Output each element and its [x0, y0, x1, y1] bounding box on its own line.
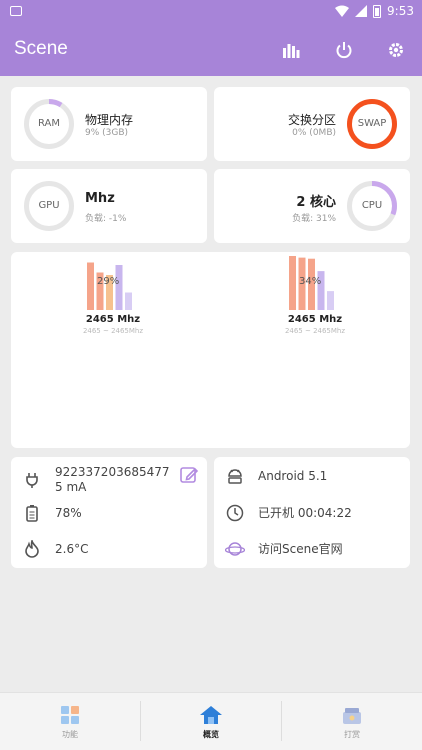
status-time: 9:53	[387, 4, 414, 18]
uptime-value: 已开机 00:04:22	[258, 505, 352, 520]
settings-icon	[389, 43, 403, 57]
system-info-card[interactable]: Android 5.1 已开机 00:04:22 访问Scene官网	[214, 457, 410, 568]
temperature-row: 2.6°C	[21, 538, 88, 560]
core-bar	[289, 256, 296, 310]
cpu-cluster-card[interactable]: 29% 2465 Mhz 2465 ~ 2465Mhz 34% 2465 Mhz…	[11, 252, 410, 448]
core-bar	[87, 262, 94, 310]
battery-level-row: 78%	[21, 502, 82, 524]
signal-icon	[355, 5, 368, 17]
swap-detail: 0% (0MB)	[292, 128, 336, 138]
status-bar: 9:53	[0, 0, 422, 24]
ram-title: 物理内存	[85, 113, 134, 127]
battery-level-icon	[21, 502, 43, 524]
chart-icon	[283, 44, 300, 58]
visit-website-link[interactable]: 访问Scene官网	[258, 542, 343, 557]
plug-icon	[21, 469, 43, 491]
swap-ring-label: SWAP	[357, 118, 387, 129]
swap-title: 交换分区	[287, 113, 336, 127]
gift-icon	[343, 707, 361, 724]
current-value: 9223372036854775 mA	[55, 465, 170, 494]
home-icon	[200, 705, 222, 724]
cluster-1-info: 2465 Mhz 2465 ~ 2465Mhz	[255, 314, 375, 335]
cluster-1-range: 2465 ~ 2465Mhz	[284, 327, 346, 335]
cluster-1-percent: 34%	[299, 276, 322, 287]
gpu-card[interactable]: GPU Mhz 负载: -1%	[11, 169, 207, 243]
core-bar	[125, 292, 132, 310]
visit-website-row[interactable]: 访问Scene官网	[224, 538, 343, 560]
uptime-row: 已开机 00:04:22	[224, 502, 352, 524]
app-title: Scene	[14, 38, 68, 59]
core-bar	[327, 291, 334, 310]
ram-ring-label: RAM	[37, 118, 60, 129]
notification-icon	[10, 6, 22, 16]
cpu-ring-label: CPU	[361, 200, 383, 211]
edit-icon	[180, 467, 199, 483]
nav-label-overview: 概览	[203, 729, 219, 739]
nav-tab-overview[interactable]: 概览	[141, 693, 281, 750]
gpu-ring-label: GPU	[38, 200, 60, 211]
ram-detail: 9% (3GB)	[85, 128, 129, 138]
app-bar: Scene	[0, 24, 422, 76]
nav-label-donate: 打赏	[344, 729, 360, 739]
ram-card[interactable]: RAM 物理内存 9% (3GB)	[11, 87, 207, 161]
cluster-0-info: 2465 Mhz 2465 ~ 2465Mhz	[53, 314, 173, 335]
cluster-0-percent: 29%	[97, 276, 120, 287]
power-icon	[336, 42, 352, 59]
cpu-load: 负载: 31%	[292, 214, 336, 224]
cluster-0-freq: 2465 Mhz	[85, 314, 141, 325]
android-row: Android 5.1	[224, 465, 327, 487]
grid-icon	[61, 705, 79, 724]
flame-icon	[21, 538, 43, 560]
edit-button[interactable]	[179, 465, 199, 485]
gpu-freq: Mhz	[85, 191, 115, 206]
chart-button[interactable]	[279, 38, 303, 62]
battery-level-value: 78%	[55, 505, 82, 520]
battery-info-card[interactable]: 9223372036854775 mA 78% 2.6°C	[11, 457, 207, 568]
gpu-load: 负载: -1%	[85, 214, 127, 224]
android-version: Android 5.1	[258, 468, 328, 483]
clock-icon	[224, 502, 246, 524]
swap-card[interactable]: 交换分区 0% (0MB) SWAP	[214, 87, 410, 161]
nav-tab-features[interactable]: 功能	[0, 693, 140, 750]
settings-button[interactable]	[384, 38, 408, 62]
cpu-cores: 2 核心	[296, 195, 336, 210]
wifi-icon	[335, 5, 350, 17]
core-bar	[115, 265, 123, 310]
current-row: 9223372036854775 mA	[21, 465, 201, 495]
power-button[interactable]	[332, 38, 356, 62]
android-icon	[224, 465, 246, 487]
planet-icon	[224, 538, 246, 560]
cluster-1-freq: 2465 Mhz	[287, 314, 343, 325]
nav-tab-donate[interactable]: 打赏	[282, 693, 422, 750]
temperature-value: 2.6°C	[55, 541, 89, 556]
cluster-0-range: 2465 ~ 2465Mhz	[82, 327, 144, 335]
battery-icon	[373, 4, 382, 18]
bottom-navigation: 功能 概览 打赏	[0, 692, 422, 750]
nav-label-features: 功能	[62, 729, 78, 739]
cpu-card[interactable]: 2 核心 负载: 31% CPU	[214, 169, 410, 243]
